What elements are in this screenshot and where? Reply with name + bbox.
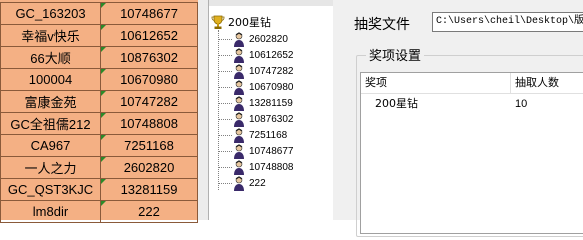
tree-node-label: 10747282 — [249, 66, 294, 77]
lottery-file-label: 抽奖文件 — [354, 17, 410, 33]
prize-settings-title: 奖项设置 — [366, 45, 425, 64]
participant-table: GC_163203 10748677 幸福v快乐 10612652 66大顺 1087… — [0, 2, 198, 223]
cell-name[interactable]: lm8dir — [0, 200, 101, 223]
tree-node-label: 10748677 — [249, 146, 294, 157]
tree-node[interactable]: 10747282 — [218, 64, 294, 79]
cell-name[interactable]: 100004 — [0, 68, 101, 91]
tree-node-label: 10876302 — [249, 114, 294, 125]
table-row[interactable]: 富康金苑 10747282 — [0, 90, 198, 113]
prize-list-header: 奖项 抽取人数 — [361, 73, 583, 94]
column-header-count[interactable]: 抽取人数 — [511, 73, 583, 93]
tree-branch — [218, 119, 232, 120]
person-icon — [234, 32, 244, 47]
cell-id[interactable]: 10876302 — [100, 46, 198, 69]
column-header-prize[interactable]: 奖项 — [361, 73, 511, 93]
table-row[interactable]: CA967 7251168 — [0, 134, 198, 157]
person-icon — [234, 48, 244, 63]
prize-tree-view[interactable]: 200星钻 2602820 10612652 10747282 10670980… — [208, 0, 334, 220]
table-row[interactable]: GC_163203 10748677 — [0, 2, 198, 25]
cell-name[interactable]: 一人之力 — [0, 156, 101, 179]
tree-node-label: 10612652 — [249, 50, 294, 61]
table-row[interactable]: GC_QST3KJC 13281159 — [0, 178, 198, 201]
window-gap — [198, 0, 208, 220]
tree-branch — [218, 151, 232, 152]
tree-node[interactable]: 7251168 — [218, 128, 287, 143]
tree-node[interactable]: 222 — [218, 176, 266, 191]
prize-list-row[interactable]: 200星钻 10 — [361, 95, 583, 113]
tree-node-label: 2602820 — [249, 34, 288, 45]
tree-branch — [218, 167, 232, 168]
person-icon — [234, 64, 244, 79]
spreadsheet: GC_163203 10748677 幸福v快乐 10612652 66大顺 1087… — [0, 0, 198, 223]
tree-branch — [218, 183, 232, 184]
tree-node[interactable]: 10748677 — [218, 144, 294, 159]
tree-node[interactable]: 10670980 — [218, 80, 294, 95]
tree-node[interactable]: 2602820 — [218, 32, 288, 47]
tree-node-label: 13281159 — [249, 98, 293, 109]
cell-id[interactable]: 10748808 — [100, 112, 198, 135]
prize-list[interactable]: 奖项 抽取人数 200星钻 10 — [360, 72, 583, 234]
tree-branch — [218, 87, 232, 88]
tree-branch — [218, 71, 232, 72]
table-row[interactable]: 幸福v快乐 10612652 — [0, 24, 198, 47]
prize-name: 200星钻 — [375, 97, 418, 110]
tree-node-label: 10748808 — [249, 162, 294, 173]
tree-node[interactable]: 10876302 — [218, 112, 294, 127]
cell-name[interactable]: 富康金苑 — [0, 90, 101, 113]
tree-branch — [218, 55, 232, 56]
person-icon — [234, 112, 244, 127]
tree-branch — [218, 103, 232, 104]
cell-name[interactable]: GC_QST3KJC — [0, 178, 101, 201]
cell-id[interactable]: 10747282 — [100, 90, 198, 113]
tree-node-label: 10670980 — [249, 82, 294, 93]
cell-id[interactable]: 10612652 — [100, 24, 198, 47]
tree-node[interactable]: 10612652 — [218, 48, 294, 63]
tree-branch — [218, 135, 232, 136]
tree-header-strip — [209, 0, 333, 6]
cell-id[interactable]: 10748677 — [100, 2, 198, 25]
tree-node-label: 222 — [249, 178, 266, 189]
cell-name[interactable]: 66大顺 — [0, 46, 101, 69]
person-icon — [234, 128, 244, 143]
tree-root-node[interactable]: 200星钻 — [211, 14, 271, 30]
table-row[interactable]: GC全祖儒212 10748808 — [0, 112, 198, 135]
cell-id[interactable]: 13281159 — [100, 178, 198, 201]
settings-panel: 抽奖文件 C:\Users\cheil\Desktop\版 奖项设置 奖项 抽取… — [333, 0, 583, 237]
person-icon — [234, 80, 244, 95]
cell-name[interactable]: GC_163203 — [0, 2, 101, 25]
cell-id[interactable]: 2602820 — [100, 156, 198, 179]
tree-node[interactable]: 10748808 — [218, 160, 294, 175]
table-row[interactable]: 100004 10670980 — [0, 68, 198, 91]
cell-id[interactable]: 10670980 — [100, 68, 198, 91]
person-icon — [234, 144, 244, 159]
cell-name[interactable]: CA967 — [0, 134, 101, 157]
table-row[interactable]: 66大顺 10876302 — [0, 46, 198, 69]
tree-root-label: 200星钻 — [228, 16, 271, 29]
cell-id[interactable]: 222 — [100, 200, 198, 223]
cell-name[interactable]: 幸福v快乐 — [0, 24, 101, 47]
trophy-icon — [211, 15, 225, 29]
lottery-file-path-input[interactable]: C:\Users\cheil\Desktop\版 — [432, 12, 583, 32]
cell-id[interactable]: 7251168 — [100, 134, 198, 157]
person-icon — [234, 96, 244, 111]
cell-name[interactable]: GC全祖儒212 — [0, 112, 101, 135]
table-row[interactable]: 一人之力 2602820 — [0, 156, 198, 179]
person-icon — [234, 160, 244, 175]
person-icon — [234, 176, 244, 191]
tree-node[interactable]: 13281159 — [218, 96, 293, 111]
table-row[interactable]: lm8dir 222 — [0, 200, 198, 223]
tree-branch — [218, 39, 232, 40]
prize-count: 10 — [515, 98, 528, 110]
tree-node-label: 7251168 — [249, 130, 288, 141]
